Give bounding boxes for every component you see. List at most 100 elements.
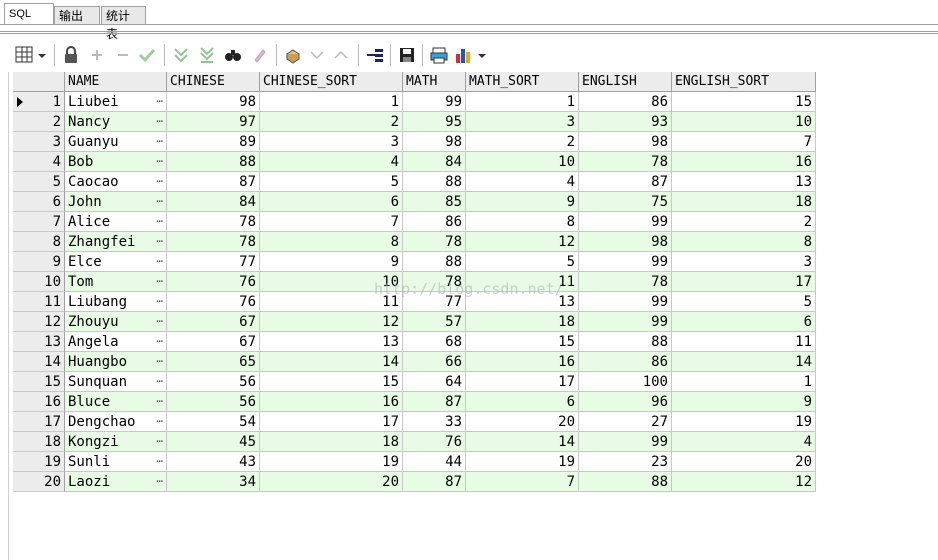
cell-math[interactable]: 98 (403, 132, 466, 152)
cell-editor-button[interactable]: … (156, 92, 163, 109)
cell-editor-button[interactable]: … (156, 212, 163, 229)
cell-editor-button[interactable]: … (156, 432, 163, 449)
cell-math-sort[interactable]: 20 (466, 412, 579, 432)
chart-button[interactable] (454, 44, 488, 66)
cell-math-sort[interactable]: 6 (466, 392, 579, 412)
cell-chinese-sort[interactable]: 9 (260, 252, 403, 272)
cell-chinese-sort[interactable]: 8 (260, 232, 403, 252)
cell-math[interactable]: 76 (403, 432, 466, 452)
cell-name[interactable]: Liubei… (65, 92, 167, 112)
row-number[interactable]: 19 (13, 452, 65, 472)
table-row[interactable]: 19 Sunli … 43 19 44 19 23 20 (13, 452, 816, 472)
column-header-chinese[interactable]: CHINESE (167, 72, 260, 92)
cell-chinese[interactable]: 45 (167, 432, 260, 452)
lock-button[interactable] (60, 44, 82, 66)
cell-english-sort[interactable]: 15 (672, 92, 816, 112)
table-row[interactable]: 8 Zhangfei … 78 8 78 12 98 8 (13, 232, 816, 252)
cell-math[interactable]: 99 (403, 92, 466, 112)
table-row[interactable]: 7 Alice … 78 7 86 8 99 2 (13, 212, 816, 232)
row-number[interactable]: 20 (13, 472, 65, 492)
cell-english[interactable]: 98 (579, 232, 672, 252)
cell-name[interactable]: Angela… (65, 332, 167, 352)
find-button[interactable] (222, 44, 244, 66)
cell-editor-button[interactable]: … (156, 312, 163, 329)
cell-english-sort[interactable]: 7 (672, 132, 816, 152)
cell-chinese-sort[interactable]: 14 (260, 352, 403, 372)
cell-english[interactable]: 99 (579, 212, 672, 232)
row-number[interactable]: 15 (13, 372, 65, 392)
cell-name[interactable]: Alice… (65, 212, 167, 232)
cell-editor-button[interactable]: … (156, 192, 163, 209)
cell-math[interactable]: 87 (403, 392, 466, 412)
cell-english-sort[interactable]: 1 (672, 372, 816, 392)
sort-ascending-button[interactable] (330, 44, 352, 66)
cell-editor-button[interactable]: … (156, 452, 163, 469)
cell-chinese-sort[interactable]: 16 (260, 392, 403, 412)
cell-name[interactable]: John… (65, 192, 167, 212)
cell-math-sort[interactable]: 13 (466, 292, 579, 312)
cell-english[interactable]: 96 (579, 392, 672, 412)
sort-descending-button[interactable] (306, 44, 328, 66)
table-row[interactable]: 9 Elce … 77 9 88 5 99 3 (13, 252, 816, 272)
cell-name[interactable]: Kongzi… (65, 432, 167, 452)
cell-math-sort[interactable]: 8 (466, 212, 579, 232)
cell-math-sort[interactable]: 7 (466, 472, 579, 492)
cell-chinese-sort[interactable]: 20 (260, 472, 403, 492)
cell-chinese[interactable]: 54 (167, 412, 260, 432)
cell-math[interactable]: 57 (403, 312, 466, 332)
cell-editor-button[interactable]: … (156, 232, 163, 249)
cell-math-sort[interactable]: 10 (466, 152, 579, 172)
fetch-last-page-button[interactable] (196, 44, 218, 66)
cell-english[interactable]: 100 (579, 372, 672, 392)
cell-name[interactable]: Tom… (65, 272, 167, 292)
column-header-english-sort[interactable]: ENGLISH_SORT (672, 72, 816, 92)
insert-record-button[interactable] (86, 44, 108, 66)
grid-view-button[interactable] (14, 44, 48, 66)
table-row[interactable]: 13 Angela … 67 13 68 15 88 11 (13, 332, 816, 352)
column-header-english[interactable]: ENGLISH (579, 72, 672, 92)
table-row[interactable]: 14 Huangbo … 65 14 66 16 86 14 (13, 352, 816, 372)
cell-name[interactable]: Dengchao… (65, 412, 167, 432)
cell-name[interactable]: Caocao… (65, 172, 167, 192)
table-row[interactable]: 10 Tom … 76 10 78 11 78 17 (13, 272, 816, 292)
cell-math[interactable]: 87 (403, 472, 466, 492)
cell-chinese-sort[interactable]: 13 (260, 332, 403, 352)
cell-english-sort[interactable]: 16 (672, 152, 816, 172)
row-number[interactable]: 5 (13, 172, 65, 192)
cell-english-sort[interactable]: 17 (672, 272, 816, 292)
cell-chinese-sort[interactable]: 15 (260, 372, 403, 392)
row-number[interactable]: 1 (13, 92, 65, 112)
cell-math-sort[interactable]: 19 (466, 452, 579, 472)
cell-name[interactable]: Zhouyu… (65, 312, 167, 332)
cell-chinese-sort[interactable]: 11 (260, 292, 403, 312)
cell-chinese[interactable]: 56 (167, 392, 260, 412)
cell-math[interactable]: 95 (403, 112, 466, 132)
cell-chinese-sort[interactable]: 4 (260, 152, 403, 172)
table-row[interactable]: 5 Caocao … 87 5 88 4 87 13 (13, 172, 816, 192)
column-header-chinese-sort[interactable]: CHINESE_SORT (260, 72, 403, 92)
delete-record-button[interactable] (112, 44, 134, 66)
cell-english[interactable]: 99 (579, 252, 672, 272)
table-row[interactable]: 1 Liubei … 98 1 99 1 86 15 (13, 92, 816, 112)
tab-output[interactable]: 输出 (54, 6, 100, 24)
cell-chinese[interactable]: 43 (167, 452, 260, 472)
cell-english[interactable]: 86 (579, 352, 672, 372)
row-number[interactable]: 2 (13, 112, 65, 132)
cell-chinese-sort[interactable]: 2 (260, 112, 403, 132)
cell-english-sort[interactable]: 9 (672, 392, 816, 412)
print-button[interactable] (428, 44, 450, 66)
cell-chinese-sort[interactable]: 5 (260, 172, 403, 192)
cell-math-sort[interactable]: 4 (466, 172, 579, 192)
row-number[interactable]: 3 (13, 132, 65, 152)
row-number[interactable]: 17 (13, 412, 65, 432)
cell-math-sort[interactable]: 16 (466, 352, 579, 372)
cell-math[interactable]: 78 (403, 272, 466, 292)
table-row[interactable]: 4 Bob … 88 4 84 10 78 16 (13, 152, 816, 172)
cell-english-sort[interactable]: 11 (672, 332, 816, 352)
table-row[interactable]: 11 Liubang … 76 11 77 13 99 5 (13, 292, 816, 312)
row-header-corner[interactable] (13, 72, 65, 92)
cell-editor-button[interactable]: … (156, 332, 163, 349)
cell-math[interactable]: 64 (403, 372, 466, 392)
row-number[interactable]: 18 (13, 432, 65, 452)
cell-math-sort[interactable]: 3 (466, 112, 579, 132)
